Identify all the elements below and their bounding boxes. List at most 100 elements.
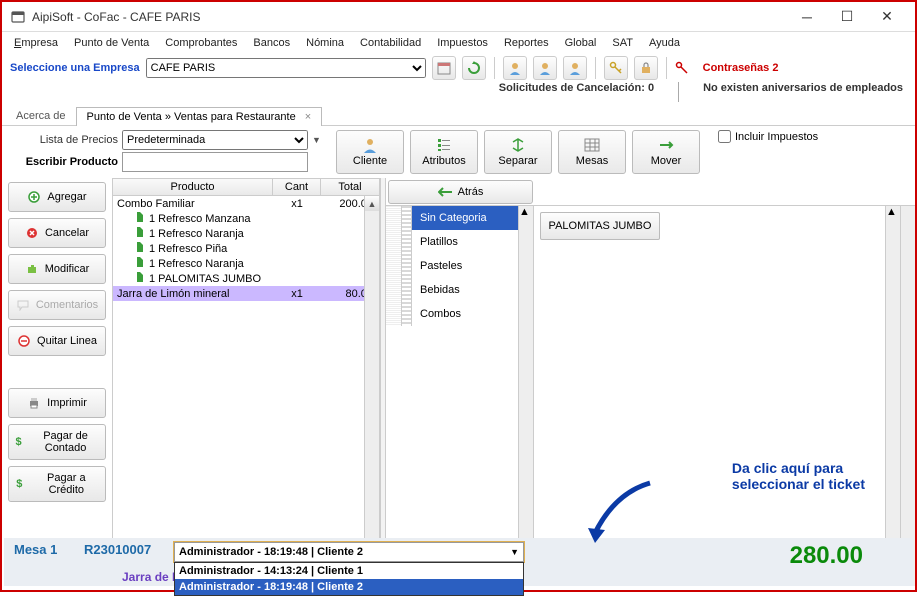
- imprimir-button[interactable]: Imprimir: [8, 388, 106, 418]
- grid-body[interactable]: Combo Familiarx1200.001 Refresco Manzana…: [113, 196, 379, 585]
- table-row[interactable]: 1 PALOMITAS JUMBO: [113, 271, 379, 286]
- pagar-contado-button[interactable]: $Pagar de Contado: [8, 424, 106, 460]
- comentarios-button[interactable]: Comentarios: [8, 290, 106, 320]
- contrasenas-link[interactable]: Contraseñas 2: [695, 62, 787, 74]
- maximize-button[interactable]: ☐: [827, 3, 867, 31]
- company-select-bar: Seleccione una Empresa CAFE PARIS Contra…: [2, 54, 915, 82]
- grip-icon[interactable]: [402, 278, 412, 302]
- drag-handle-icon[interactable]: [386, 230, 402, 254]
- table-row[interactable]: 1 Refresco Manzana: [113, 211, 379, 226]
- grip-icon[interactable]: [402, 206, 412, 230]
- col-cant[interactable]: Cant: [273, 179, 321, 195]
- category-label: Platillos: [412, 236, 458, 248]
- grid-header: Producto Cant Total: [113, 179, 379, 196]
- col-total[interactable]: Total: [321, 179, 379, 195]
- drag-handle-icon[interactable]: [386, 254, 402, 278]
- separar-button[interactable]: Separar: [484, 130, 552, 174]
- menu-pdv[interactable]: Punto de Venta: [68, 35, 155, 51]
- table-row[interactable]: 1 Refresco Naranja: [113, 256, 379, 271]
- cancelar-button[interactable]: Cancelar: [8, 218, 106, 248]
- separator: [494, 57, 495, 79]
- menu-nomina[interactable]: Nómina: [300, 35, 350, 51]
- pagar-credito-button[interactable]: $Pagar a Crédito: [8, 466, 106, 502]
- status-aniversarios: No existen aniversarios de empleados: [678, 82, 903, 102]
- scroll-up-icon[interactable]: ▲: [886, 206, 900, 218]
- tab-ventas[interactable]: Punto de Venta » Ventas para Restaurante…: [76, 107, 323, 126]
- product-card[interactable]: PALOMITAS JUMBO: [540, 212, 660, 240]
- menu-impuestos[interactable]: Impuestos: [431, 35, 494, 51]
- scroll-up-icon[interactable]: ▲: [519, 206, 533, 218]
- lista-precios-select[interactable]: Predeterminada: [122, 130, 308, 150]
- agregar-button[interactable]: Agregar: [8, 182, 106, 212]
- grip-icon[interactable]: [402, 254, 412, 278]
- user3-button[interactable]: [563, 56, 587, 80]
- company-select[interactable]: CAFE PARIS: [146, 58, 426, 78]
- table-row[interactable]: 1 Refresco Naranja: [113, 226, 379, 241]
- separator: [666, 57, 667, 79]
- category-list[interactable]: Sin Categoria Platillos PastelesBebidasCom…: [386, 206, 534, 586]
- menu-comprobantes[interactable]: Comprobantes: [159, 35, 243, 51]
- scroll-up-icon[interactable]: ▲: [365, 196, 379, 211]
- grid-scrollbar[interactable]: ▲ ▼: [364, 196, 379, 585]
- incluir-impuestos-checkbox[interactable]: [718, 130, 731, 143]
- col-producto[interactable]: Producto: [113, 179, 273, 195]
- menu-sat[interactable]: SAT: [606, 35, 639, 51]
- category-item[interactable]: Pasteles: [386, 254, 533, 278]
- category-scrollbar[interactable]: ▲ ▼: [518, 206, 533, 586]
- table-row[interactable]: Jarra de Limón mineralx180.00: [113, 286, 379, 301]
- atributos-button[interactable]: Atributos: [410, 130, 478, 174]
- product-scrollbar[interactable]: ▲ ▼: [885, 206, 900, 586]
- ticket-select[interactable]: Administrador - 18:19:48 | Cliente 2 ▼: [174, 542, 524, 562]
- key-button[interactable]: [604, 56, 628, 80]
- user2-button[interactable]: [533, 56, 557, 80]
- table-row[interactable]: Combo Familiarx1200.00: [113, 196, 379, 211]
- refresh-button[interactable]: [462, 56, 486, 80]
- table-row[interactable]: 1 Refresco Piña: [113, 241, 379, 256]
- grip-icon[interactable]: [402, 230, 412, 254]
- quitar-linea-button[interactable]: Quitar Linea: [8, 326, 106, 356]
- incluir-impuestos-row[interactable]: Incluir Impuestos: [718, 130, 818, 143]
- menu-empresa[interactable]: Empresa: [8, 35, 64, 51]
- menu-ayuda[interactable]: Ayuda: [643, 35, 686, 51]
- drag-handle-icon[interactable]: [386, 278, 402, 302]
- atras-button[interactable]: Atrás: [388, 180, 533, 204]
- calendar-button[interactable]: [432, 56, 456, 80]
- ticket-number: R23010007: [84, 542, 174, 557]
- main-area: Agregar Cancelar Modificar Comentarios Q…: [2, 178, 915, 586]
- row-cant: x1: [273, 288, 321, 300]
- menu-global[interactable]: Global: [559, 35, 603, 51]
- category-item[interactable]: Bebidas: [386, 278, 533, 302]
- grip-icon[interactable]: [402, 302, 412, 326]
- ticket-option[interactable]: Administrador - 18:19:48 | Cliente 2: [175, 579, 523, 595]
- annotation-text: Da clic aquí para seleccionar el ticket: [732, 460, 865, 492]
- escribir-producto-input[interactable]: [122, 152, 308, 172]
- menu-reportes[interactable]: Reportes: [498, 35, 555, 51]
- drag-handle-icon[interactable]: [386, 206, 402, 230]
- drag-handle-icon[interactable]: [386, 302, 402, 326]
- modificar-button[interactable]: Modificar: [8, 254, 106, 284]
- row-product: 1 Refresco Naranja: [113, 227, 273, 240]
- user1-button[interactable]: [503, 56, 527, 80]
- tab-close-icon[interactable]: ×: [305, 111, 311, 123]
- row-product: 1 Refresco Manzana: [113, 212, 273, 225]
- status-cancel: Solicitudes de Cancelación: 0: [499, 82, 654, 102]
- tab-acerca[interactable]: Acerca de: [8, 107, 74, 125]
- menu-contabilidad[interactable]: Contabilidad: [354, 35, 427, 51]
- category-item[interactable]: Sin Categoria: [386, 206, 533, 230]
- password-icon: [675, 56, 689, 80]
- ticket-select-dropdown[interactable]: Administrador - 14:13:24 | Cliente 1Admi…: [174, 562, 524, 596]
- action-buttons-row: Cliente Atributos Separar Mesas Mover: [336, 130, 700, 174]
- lock-button[interactable]: [634, 56, 658, 80]
- cliente-button[interactable]: Cliente: [336, 130, 404, 174]
- menu-bancos[interactable]: Bancos: [247, 35, 296, 51]
- minimize-button[interactable]: ─: [787, 3, 827, 31]
- mesas-button[interactable]: Mesas: [558, 130, 626, 174]
- ticket-option[interactable]: Administrador - 14:13:24 | Cliente 1: [175, 563, 523, 579]
- dollar-icon: $: [13, 435, 24, 449]
- company-label: Seleccione una Empresa: [10, 62, 140, 74]
- mover-button[interactable]: Mover: [632, 130, 700, 174]
- close-button[interactable]: ✕: [867, 3, 907, 31]
- category-item[interactable]: Combos: [386, 302, 533, 326]
- category-item[interactable]: Platillos: [386, 230, 533, 254]
- right-margin-scroll[interactable]: [900, 206, 915, 586]
